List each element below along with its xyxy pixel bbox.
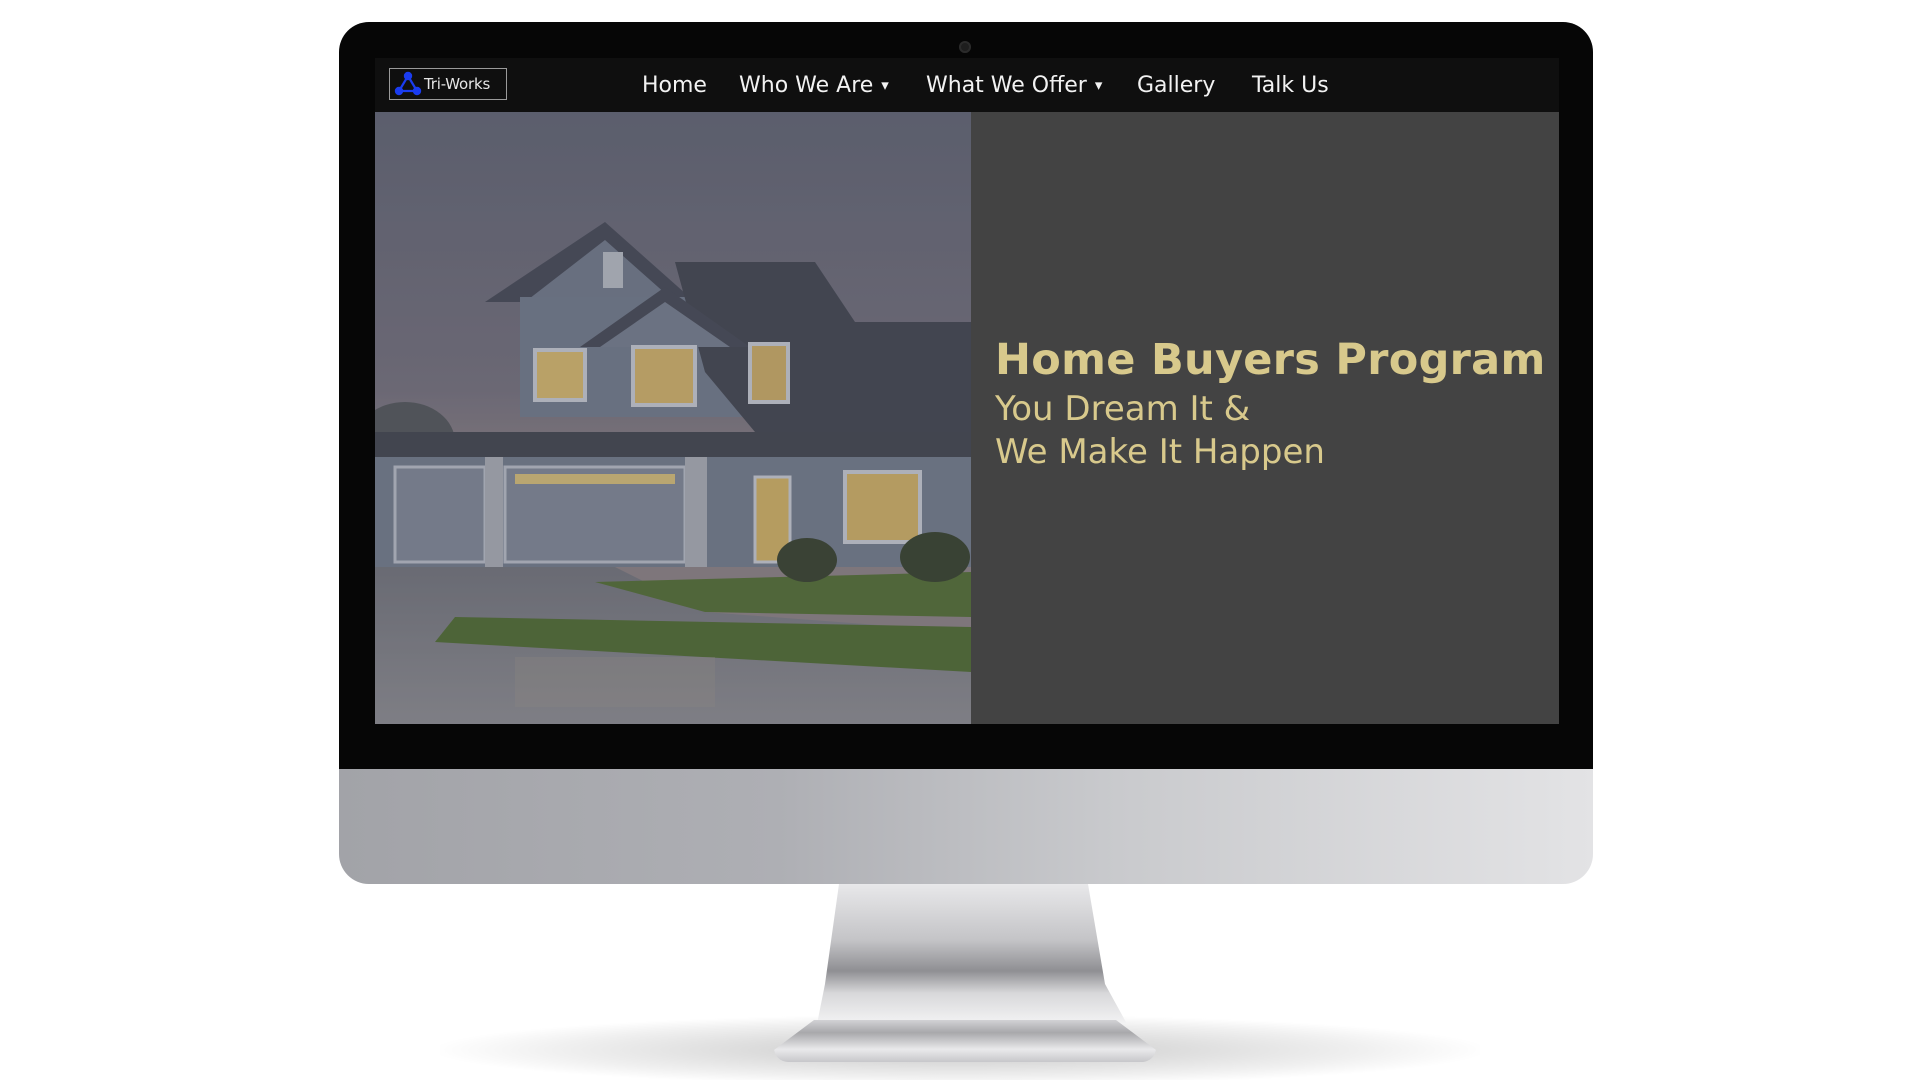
chevron-down-icon: ▾ [1094, 76, 1103, 94]
chevron-down-icon: ▾ [881, 76, 889, 94]
nav-item-label: Gallery [1137, 72, 1216, 98]
monitor-stand-base [774, 1020, 1156, 1062]
camera-icon [959, 41, 971, 53]
house-illustration [375, 112, 971, 724]
nav-item-label: Home [642, 72, 707, 98]
nav-item-gallery[interactable]: Gallery [1137, 58, 1215, 112]
nav-item-label: What We Offer [926, 72, 1087, 98]
hero-title: Home Buyers Program [995, 335, 1546, 385]
monitor-chin [339, 769, 1593, 884]
nav-item-what-we-offer[interactable]: What We Offer ▾ [926, 58, 1102, 112]
website-screen: Tri-Works Home Who We Are ▾ What We Offe… [375, 58, 1559, 724]
monitor-stand [817, 884, 1127, 1024]
hero-text-block: Home Buyers Program You Dream It & We Ma… [995, 332, 1555, 474]
house-photo [375, 112, 971, 724]
nav-item-label: Talk Us [1252, 72, 1329, 98]
nav-item-talk-us[interactable]: Talk Us [1252, 58, 1329, 112]
nav-item-who-we-are[interactable]: Who We Are ▾ [739, 58, 889, 112]
monitor-mockup: Tri-Works Home Who We Are ▾ What We Offe… [0, 0, 1920, 1080]
nav-item-label: Who We Are [739, 72, 874, 98]
hero-subtitle-line-2: We Make It Happen [995, 432, 1325, 472]
top-navbar: Tri-Works Home Who We Are ▾ What We Offe… [375, 58, 1559, 112]
main-nav: Home Who We Are ▾ What We Offer ▾ Galler… [375, 58, 1559, 112]
hero-section: Home Buyers Program You Dream It & We Ma… [375, 112, 1559, 724]
nav-item-home[interactable]: Home [642, 58, 707, 112]
hero-subtitle-line-1: You Dream It & [995, 389, 1251, 429]
